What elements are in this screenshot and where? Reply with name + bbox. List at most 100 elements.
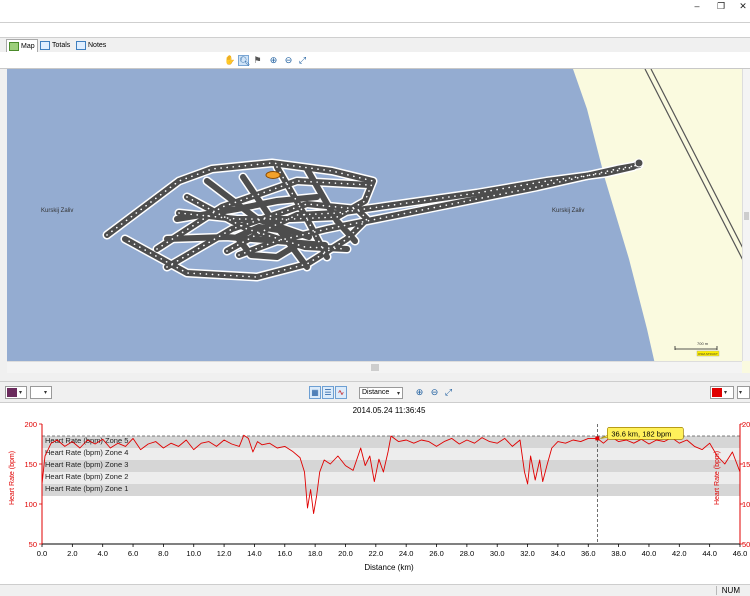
x-tick-label: 4.0 bbox=[97, 549, 107, 558]
fit-extent-icon[interactable]: ⤢ bbox=[297, 55, 308, 66]
y-tick-label-left: 100 bbox=[24, 500, 37, 509]
map-horizontal-scrollbar[interactable] bbox=[7, 361, 742, 373]
chart-toolbar: ▾ ▾ ▦ ☰ ∿ Distance ▾ ⊕ ⊖ ⤢ ▾ ▾ bbox=[0, 381, 750, 403]
tab-totals[interactable]: Totals bbox=[38, 39, 72, 52]
x-tick-label: 28.0 bbox=[460, 549, 475, 558]
x-axis-select-value: Distance bbox=[362, 389, 390, 396]
x-tick-label: 42.0 bbox=[672, 549, 687, 558]
x-tick-label: 46.0 bbox=[733, 549, 748, 558]
y-tick-label-left: 200 bbox=[24, 420, 37, 429]
notes-icon bbox=[76, 41, 86, 50]
zone-band bbox=[42, 484, 740, 496]
num-lock-indicator: NUM bbox=[721, 586, 740, 595]
y-axis-label-left: Heart Rate (bpm) bbox=[9, 451, 16, 505]
tab-map-label: Map bbox=[21, 42, 35, 50]
x-tick-label: 10.0 bbox=[186, 549, 201, 558]
minimize-button[interactable]: – bbox=[688, 0, 706, 12]
x-tick-label: 30.0 bbox=[490, 549, 505, 558]
left-series-color-picker[interactable]: ▾ bbox=[5, 386, 27, 399]
x-tick-label: 38.0 bbox=[611, 549, 626, 558]
status-bar: NUM bbox=[0, 584, 750, 596]
y-tick-label-right: 50 bbox=[742, 540, 750, 549]
fit-extent-icon[interactable]: ⤢ bbox=[443, 387, 454, 398]
current-position-marker[interactable] bbox=[265, 171, 281, 179]
zone-label: Heart Rate (bpm) Zone 3 bbox=[45, 460, 128, 469]
y-tick-label-left: 50 bbox=[29, 540, 37, 549]
select-zoom-icon[interactable]: 🔍︎ bbox=[238, 55, 250, 66]
splitter[interactable] bbox=[0, 373, 750, 381]
zoom-out-icon[interactable]: ⊖ bbox=[429, 387, 440, 398]
cursor-point bbox=[595, 436, 600, 441]
right-series-color-picker[interactable]: ▾ bbox=[710, 386, 734, 399]
zone-band bbox=[42, 460, 740, 472]
x-tick-label: 16.0 bbox=[277, 549, 292, 558]
y-axis-label-right: Heart Rate (bpm) bbox=[714, 451, 721, 505]
x-tick-label: 24.0 bbox=[399, 549, 414, 558]
zone-label: Heart Rate (bpm) Zone 2 bbox=[45, 472, 128, 481]
title-bar: – ❐ ✕ bbox=[0, 0, 750, 22]
flag-icon[interactable]: ⚑ bbox=[252, 55, 263, 66]
tab-map[interactable]: Map bbox=[6, 39, 38, 52]
tab-notes[interactable]: Notes bbox=[74, 39, 108, 52]
x-tick-labels: 0.0 2.0 4.0 6.0 8.0 10.0 12.0 14.0 16.0 18.0 20.0 2… bbox=[37, 544, 748, 558]
grid-toggle-icon[interactable]: ▦ bbox=[309, 386, 321, 399]
x-tick-label: 40.0 bbox=[642, 549, 657, 558]
chevron-down-icon: ▾ bbox=[724, 390, 728, 396]
pan-hand-icon[interactable]: ✋ bbox=[224, 55, 235, 66]
x-tick-label: 0.0 bbox=[37, 549, 47, 558]
map-canvas: Kurskij Zaliv Kurskij Zaliv 700 m OSM-ST… bbox=[7, 69, 750, 373]
heart-rate-chart[interactable]: 2014.05.24 11:36:45 Heart Rate (bpm) Zon… bbox=[0, 403, 750, 584]
track-end-marker bbox=[634, 158, 644, 168]
chevron-down-icon: ▾ bbox=[19, 390, 23, 396]
status-divider bbox=[716, 586, 717, 595]
y-tick-label-right: 200 bbox=[742, 420, 750, 429]
x-tick-label: 26.0 bbox=[429, 549, 444, 558]
app-window: – ❐ ✕ Map Totals Notes ✋ 🔍︎ ⚑ ⊕ ⊖ ⤢ Kurs… bbox=[0, 0, 750, 596]
smooth-line-icon[interactable]: ∿ bbox=[335, 386, 347, 399]
zone-band bbox=[42, 472, 740, 484]
tooltip-text: 36.6 km, 182 bpm bbox=[611, 429, 671, 438]
chart-title: 2014.05.24 11:36:45 bbox=[353, 406, 426, 415]
y-tick-label-right: 150 bbox=[742, 460, 750, 469]
map-view[interactable]: Kurskij Zaliv Kurskij Zaliv 700 m OSM-ST… bbox=[7, 69, 750, 373]
empty-swatch bbox=[32, 388, 42, 397]
x-tick-label: 32.0 bbox=[520, 549, 535, 558]
address-bar[interactable] bbox=[0, 22, 750, 38]
tab-totals-label: Totals bbox=[52, 42, 71, 49]
right-series-selector[interactable]: ▾ bbox=[737, 386, 750, 399]
x-tick-label: 2.0 bbox=[67, 549, 77, 558]
zone-band bbox=[42, 448, 740, 460]
view-tabs: Map Totals Notes bbox=[0, 38, 750, 52]
map-vertical-scrollbar[interactable] bbox=[742, 69, 750, 361]
map-icon bbox=[9, 41, 19, 51]
left-series-selector[interactable]: ▾ bbox=[30, 386, 52, 399]
zoom-in-icon[interactable]: ⊕ bbox=[268, 55, 279, 66]
map-place-label: Kurskij Zaliv bbox=[41, 208, 73, 214]
chevron-down-icon: ▾ bbox=[739, 390, 743, 396]
x-axis-label: Distance (km) bbox=[364, 563, 414, 572]
zones-toggle-icon[interactable]: ☰ bbox=[322, 386, 334, 399]
x-tick-label: 44.0 bbox=[702, 549, 717, 558]
x-tick-label: 20.0 bbox=[338, 549, 353, 558]
scale-label: 700 m bbox=[697, 341, 709, 346]
zone-label: Heart Rate (bpm) Zone 4 bbox=[45, 448, 128, 457]
x-axis-select[interactable]: Distance ▾ bbox=[359, 387, 403, 399]
color-swatch bbox=[712, 388, 722, 397]
close-button[interactable]: ✕ bbox=[734, 0, 750, 12]
x-tick-label: 6.0 bbox=[128, 549, 138, 558]
maximize-button[interactable]: ❐ bbox=[712, 0, 730, 12]
scrollbar-thumb[interactable] bbox=[371, 364, 379, 371]
table-icon bbox=[40, 41, 50, 50]
tab-notes-label: Notes bbox=[88, 42, 107, 49]
scrollbar-thumb[interactable] bbox=[744, 212, 749, 220]
chevron-down-icon: ▾ bbox=[396, 391, 400, 397]
map-toolbar: ✋ 🔍︎ ⚑ ⊕ ⊖ ⤢ bbox=[0, 52, 750, 69]
x-tick-label: 22.0 bbox=[369, 549, 384, 558]
zoom-in-icon[interactable]: ⊕ bbox=[414, 387, 425, 398]
x-tick-label: 12.0 bbox=[217, 549, 232, 558]
chevron-down-icon: ▾ bbox=[44, 390, 48, 396]
x-tick-label: 36.0 bbox=[581, 549, 596, 558]
map-place-label: Kurskij Zaliv bbox=[552, 208, 584, 214]
color-swatch bbox=[7, 388, 17, 397]
zoom-out-icon[interactable]: ⊖ bbox=[283, 55, 294, 66]
